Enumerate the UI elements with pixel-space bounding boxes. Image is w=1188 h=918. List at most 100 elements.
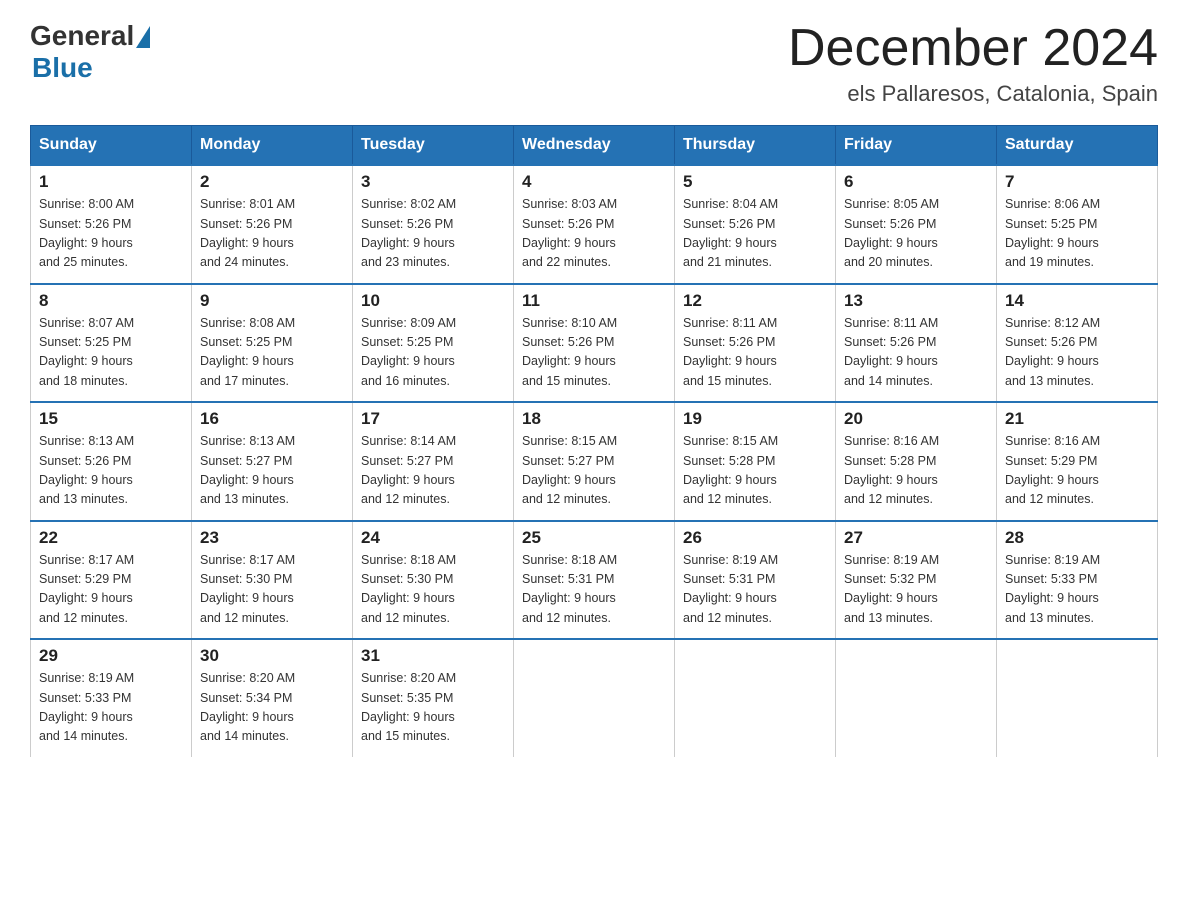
day-number: 5: [683, 172, 827, 192]
day-number: 30: [200, 646, 344, 666]
day-number: 14: [1005, 291, 1149, 311]
day-info: Sunrise: 8:02 AMSunset: 5:26 PMDaylight:…: [361, 197, 456, 269]
day-number: 31: [361, 646, 505, 666]
day-number: 20: [844, 409, 988, 429]
day-number: 8: [39, 291, 183, 311]
calendar-cell: [836, 639, 997, 757]
calendar-subtitle: els Pallaresos, Catalonia, Spain: [788, 81, 1158, 107]
header-friday: Friday: [836, 126, 997, 166]
calendar-cell: 11 Sunrise: 8:10 AMSunset: 5:26 PMDaylig…: [514, 284, 675, 403]
day-info: Sunrise: 8:18 AMSunset: 5:31 PMDaylight:…: [522, 553, 617, 625]
calendar-cell: 1 Sunrise: 8:00 AMSunset: 5:26 PMDayligh…: [31, 165, 192, 284]
day-number: 6: [844, 172, 988, 192]
calendar-cell: 8 Sunrise: 8:07 AMSunset: 5:25 PMDayligh…: [31, 284, 192, 403]
header-tuesday: Tuesday: [353, 126, 514, 166]
calendar-cell: 22 Sunrise: 8:17 AMSunset: 5:29 PMDaylig…: [31, 521, 192, 640]
day-number: 13: [844, 291, 988, 311]
day-number: 11: [522, 291, 666, 311]
day-number: 28: [1005, 528, 1149, 548]
calendar-cell: 2 Sunrise: 8:01 AMSunset: 5:26 PMDayligh…: [192, 165, 353, 284]
calendar-cell: 31 Sunrise: 8:20 AMSunset: 5:35 PMDaylig…: [353, 639, 514, 757]
calendar-cell: 15 Sunrise: 8:13 AMSunset: 5:26 PMDaylig…: [31, 402, 192, 521]
day-number: 15: [39, 409, 183, 429]
calendar-cell: 23 Sunrise: 8:17 AMSunset: 5:30 PMDaylig…: [192, 521, 353, 640]
page-header: General Blue December 2024 els Pallareso…: [30, 20, 1158, 107]
day-info: Sunrise: 8:09 AMSunset: 5:25 PMDaylight:…: [361, 316, 456, 388]
header-sunday: Sunday: [31, 126, 192, 166]
calendar-cell: 18 Sunrise: 8:15 AMSunset: 5:27 PMDaylig…: [514, 402, 675, 521]
logo-general-text: General: [30, 20, 134, 52]
calendar-cell: 24 Sunrise: 8:18 AMSunset: 5:30 PMDaylig…: [353, 521, 514, 640]
calendar-cell: 19 Sunrise: 8:15 AMSunset: 5:28 PMDaylig…: [675, 402, 836, 521]
day-info: Sunrise: 8:01 AMSunset: 5:26 PMDaylight:…: [200, 197, 295, 269]
calendar-cell: 3 Sunrise: 8:02 AMSunset: 5:26 PMDayligh…: [353, 165, 514, 284]
day-number: 4: [522, 172, 666, 192]
calendar-title: December 2024: [788, 20, 1158, 77]
day-info: Sunrise: 8:04 AMSunset: 5:26 PMDaylight:…: [683, 197, 778, 269]
header-wednesday: Wednesday: [514, 126, 675, 166]
calendar-cell: 26 Sunrise: 8:19 AMSunset: 5:31 PMDaylig…: [675, 521, 836, 640]
day-info: Sunrise: 8:13 AMSunset: 5:27 PMDaylight:…: [200, 434, 295, 506]
day-info: Sunrise: 8:20 AMSunset: 5:34 PMDaylight:…: [200, 671, 295, 743]
week-row-4: 22 Sunrise: 8:17 AMSunset: 5:29 PMDaylig…: [31, 521, 1158, 640]
day-info: Sunrise: 8:17 AMSunset: 5:29 PMDaylight:…: [39, 553, 134, 625]
calendar-cell: 21 Sunrise: 8:16 AMSunset: 5:29 PMDaylig…: [997, 402, 1158, 521]
calendar-cell: [675, 639, 836, 757]
week-row-5: 29 Sunrise: 8:19 AMSunset: 5:33 PMDaylig…: [31, 639, 1158, 757]
day-number: 25: [522, 528, 666, 548]
day-number: 22: [39, 528, 183, 548]
day-info: Sunrise: 8:18 AMSunset: 5:30 PMDaylight:…: [361, 553, 456, 625]
day-info: Sunrise: 8:00 AMSunset: 5:26 PMDaylight:…: [39, 197, 134, 269]
week-row-3: 15 Sunrise: 8:13 AMSunset: 5:26 PMDaylig…: [31, 402, 1158, 521]
day-number: 26: [683, 528, 827, 548]
calendar-cell: 7 Sunrise: 8:06 AMSunset: 5:25 PMDayligh…: [997, 165, 1158, 284]
day-number: 18: [522, 409, 666, 429]
day-number: 7: [1005, 172, 1149, 192]
calendar-cell: 12 Sunrise: 8:11 AMSunset: 5:26 PMDaylig…: [675, 284, 836, 403]
day-info: Sunrise: 8:08 AMSunset: 5:25 PMDaylight:…: [200, 316, 295, 388]
calendar-cell: 20 Sunrise: 8:16 AMSunset: 5:28 PMDaylig…: [836, 402, 997, 521]
day-number: 2: [200, 172, 344, 192]
calendar-header-row: SundayMondayTuesdayWednesdayThursdayFrid…: [31, 126, 1158, 166]
header-saturday: Saturday: [997, 126, 1158, 166]
day-info: Sunrise: 8:16 AMSunset: 5:29 PMDaylight:…: [1005, 434, 1100, 506]
day-number: 1: [39, 172, 183, 192]
day-number: 24: [361, 528, 505, 548]
day-info: Sunrise: 8:14 AMSunset: 5:27 PMDaylight:…: [361, 434, 456, 506]
week-row-2: 8 Sunrise: 8:07 AMSunset: 5:25 PMDayligh…: [31, 284, 1158, 403]
day-info: Sunrise: 8:19 AMSunset: 5:32 PMDaylight:…: [844, 553, 939, 625]
day-info: Sunrise: 8:12 AMSunset: 5:26 PMDaylight:…: [1005, 316, 1100, 388]
day-info: Sunrise: 8:17 AMSunset: 5:30 PMDaylight:…: [200, 553, 295, 625]
header-thursday: Thursday: [675, 126, 836, 166]
day-info: Sunrise: 8:11 AMSunset: 5:26 PMDaylight:…: [683, 316, 777, 388]
day-info: Sunrise: 8:11 AMSunset: 5:26 PMDaylight:…: [844, 316, 938, 388]
calendar-cell: 16 Sunrise: 8:13 AMSunset: 5:27 PMDaylig…: [192, 402, 353, 521]
day-number: 23: [200, 528, 344, 548]
calendar-cell: 27 Sunrise: 8:19 AMSunset: 5:32 PMDaylig…: [836, 521, 997, 640]
calendar-cell: 9 Sunrise: 8:08 AMSunset: 5:25 PMDayligh…: [192, 284, 353, 403]
calendar-cell: 4 Sunrise: 8:03 AMSunset: 5:26 PMDayligh…: [514, 165, 675, 284]
calendar-cell: 5 Sunrise: 8:04 AMSunset: 5:26 PMDayligh…: [675, 165, 836, 284]
calendar-cell: 17 Sunrise: 8:14 AMSunset: 5:27 PMDaylig…: [353, 402, 514, 521]
calendar-cell: 28 Sunrise: 8:19 AMSunset: 5:33 PMDaylig…: [997, 521, 1158, 640]
title-section: December 2024 els Pallaresos, Catalonia,…: [788, 20, 1158, 107]
day-number: 17: [361, 409, 505, 429]
logo: General Blue: [30, 20, 150, 84]
day-info: Sunrise: 8:07 AMSunset: 5:25 PMDaylight:…: [39, 316, 134, 388]
day-info: Sunrise: 8:10 AMSunset: 5:26 PMDaylight:…: [522, 316, 617, 388]
day-info: Sunrise: 8:19 AMSunset: 5:33 PMDaylight:…: [39, 671, 134, 743]
day-number: 10: [361, 291, 505, 311]
day-info: Sunrise: 8:20 AMSunset: 5:35 PMDaylight:…: [361, 671, 456, 743]
logo-blue-text: Blue: [32, 52, 93, 84]
day-number: 29: [39, 646, 183, 666]
day-info: Sunrise: 8:16 AMSunset: 5:28 PMDaylight:…: [844, 434, 939, 506]
calendar-cell: 14 Sunrise: 8:12 AMSunset: 5:26 PMDaylig…: [997, 284, 1158, 403]
calendar-cell: 25 Sunrise: 8:18 AMSunset: 5:31 PMDaylig…: [514, 521, 675, 640]
week-row-1: 1 Sunrise: 8:00 AMSunset: 5:26 PMDayligh…: [31, 165, 1158, 284]
calendar-cell: 10 Sunrise: 8:09 AMSunset: 5:25 PMDaylig…: [353, 284, 514, 403]
logo-triangle-icon: [136, 26, 150, 48]
day-info: Sunrise: 8:03 AMSunset: 5:26 PMDaylight:…: [522, 197, 617, 269]
day-info: Sunrise: 8:19 AMSunset: 5:33 PMDaylight:…: [1005, 553, 1100, 625]
day-number: 12: [683, 291, 827, 311]
day-info: Sunrise: 8:15 AMSunset: 5:27 PMDaylight:…: [522, 434, 617, 506]
